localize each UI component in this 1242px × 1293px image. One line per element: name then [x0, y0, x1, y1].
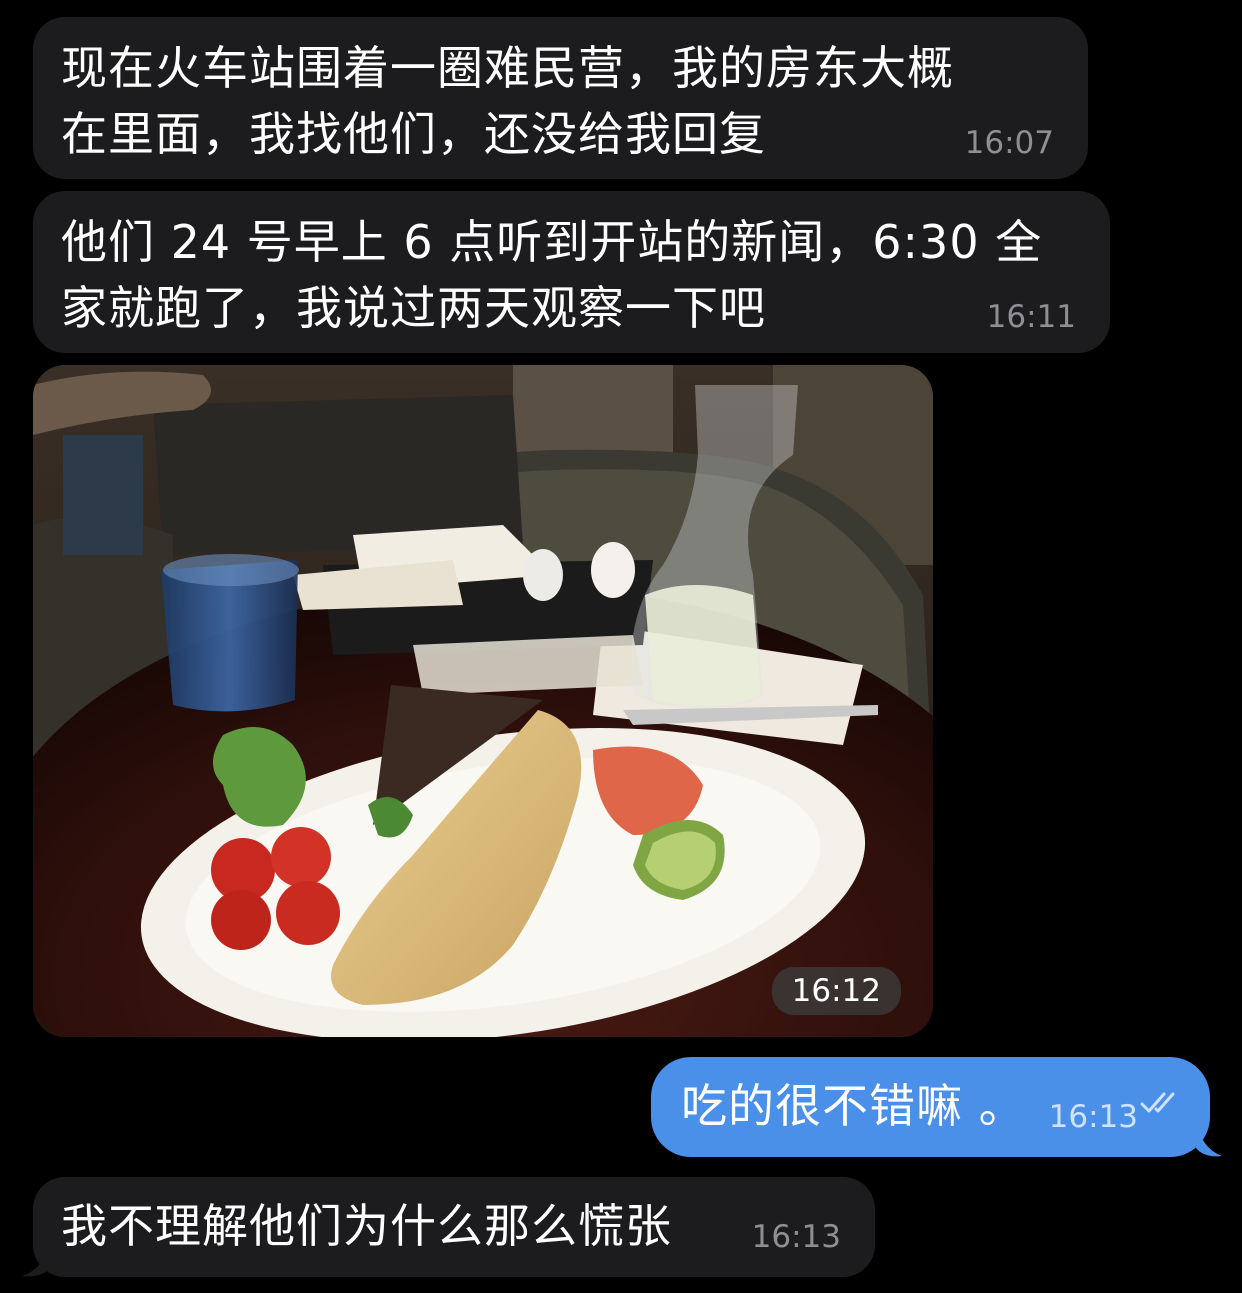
message-text: 我不理解他们为什么那么慌张 [61, 1199, 672, 1253]
photo-timestamp: 16:12 [771, 967, 901, 1015]
outgoing-bubble-tail [1196, 1118, 1222, 1157]
incoming-message-bubble[interactable]: 他们 24 号早上 6 点听到开站的新闻，6:30 全 家就跑了，我说过两天观察… [33, 191, 1110, 353]
meal-photo [33, 365, 933, 1037]
message-timestamp: 16:11 [986, 299, 1076, 335]
message-timestamp: 16:13 [751, 1219, 841, 1255]
incoming-message-bubble[interactable]: 现在火车站围着一圈难民营，我的房东大概 在里面，我找他们，还没给我回复 16:0… [33, 17, 1088, 179]
message-text: 现在火车站围着一圈难民营，我的房东大概 在里面，我找他们，还没给我回复 [61, 41, 954, 161]
incoming-bubble-tail [22, 1238, 50, 1277]
message-timestamp: 16:13 [1048, 1099, 1138, 1135]
message-text: 他们 24 号早上 6 点听到开站的新闻，6:30 全 家就跑了，我说过两天观察… [61, 215, 1043, 335]
outgoing-message-bubble[interactable]: 吃的很不错嘛 。 16:13 [651, 1057, 1210, 1157]
photo-message[interactable]: 16:12 [33, 365, 933, 1037]
incoming-message-bubble[interactable]: 我不理解他们为什么那么慌张 16:13 [33, 1177, 875, 1277]
message-timestamp: 16:07 [964, 125, 1054, 161]
double-check-icon [1140, 1065, 1180, 1131]
